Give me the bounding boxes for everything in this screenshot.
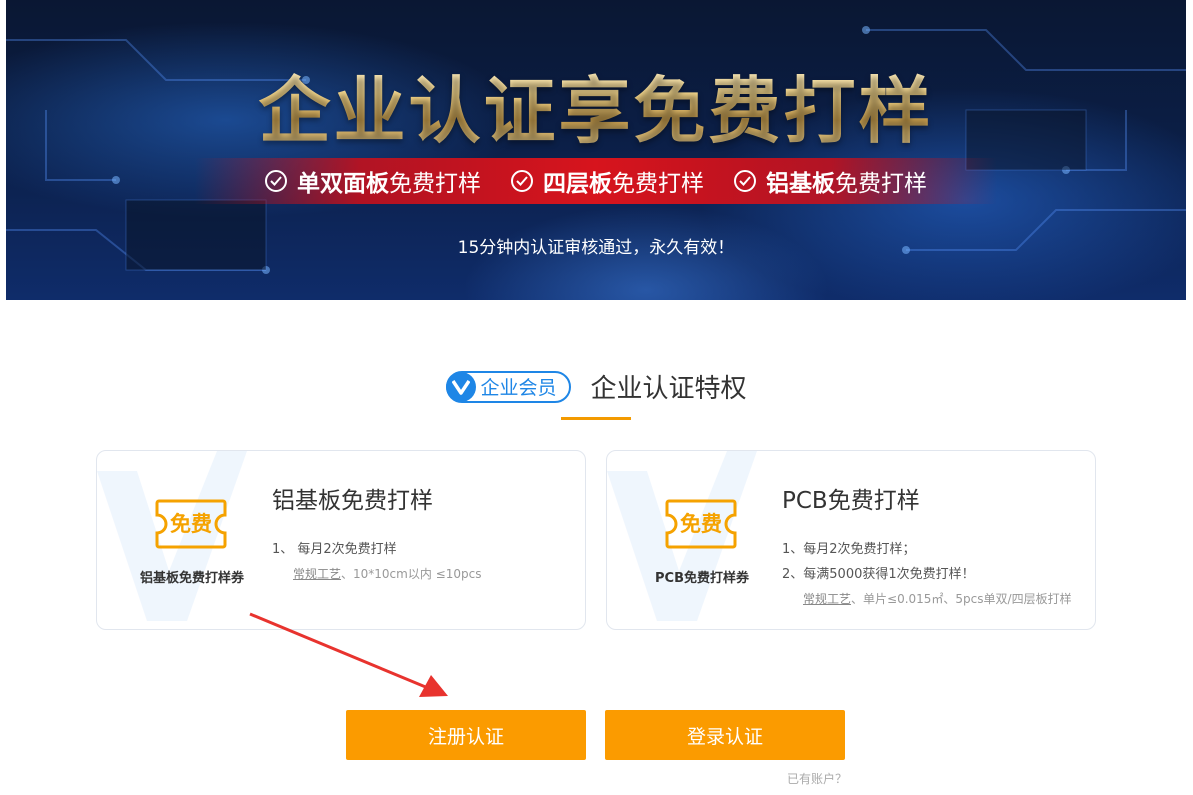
banner-subtitle: 15分钟内认证审核通过，永久有效！ [457,238,735,258]
card-note: 常规工艺、单片≤0.015㎡、5pcs单双/四层板打样 [803,590,1072,607]
vip-badge: 企业会员 [446,370,571,403]
card-line: 1、每月2次免费打样； [782,542,916,557]
process-link[interactable]: 常规工艺 [803,592,851,606]
coupon-label: PCB免费打样券 [655,571,749,586]
feature-normal: 免费打样 [612,171,704,197]
coupon-label: 铝基板免费打样券 [139,571,244,586]
privilege-card-pcb: 免费 PCB免费打样券 PCB免费打样 1、每月2次免费打样； 2、每满5000… [606,450,1096,630]
section-underline [561,417,631,420]
card-title: 铝基板免费打样 [272,488,433,514]
check-circle-icon [511,170,533,192]
card-title: PCB免费打样 [782,488,920,514]
register-certify-button[interactable]: 注册认证 [346,710,586,760]
coupon-text: 免费 [680,512,722,536]
card-line: 1、 每月2次免费打样 [272,542,397,557]
section-title: 企业认证特权 [590,374,747,404]
section-header: 企业会员 企业认证特权 [0,368,1193,405]
feature-ribbon: 单双面板 免费打样 四层板 免费打样 铝基板 免费打样 [6,158,1186,204]
check-circle-icon [734,170,756,192]
privilege-card-aluminum: 免费 铝基板免费打样券 铝基板免费打样 1、 每月2次免费打样 常规工艺、10*… [96,450,586,630]
card-note-text: 、单片≤0.015㎡、5pcs单双/四层板打样 [851,592,1072,606]
feature-item: 单双面板 免费打样 [265,164,481,198]
card-note: 常规工艺、10*10cm以内 ≤10pcs [293,565,481,582]
coupon-text: 免费 [170,512,212,536]
feature-item: 铝基板 免费打样 [734,164,927,198]
check-circle-icon [265,170,287,192]
feature-normal: 免费打样 [835,171,927,197]
feature-bold: 四层板 [543,171,612,197]
feature-normal: 免费打样 [389,171,481,197]
v-logo-icon [446,371,477,402]
process-link[interactable]: 常规工艺 [293,567,341,581]
existing-account-link[interactable]: 已有账户？ [787,770,847,787]
feature-bold: 铝基板 [766,171,835,197]
feature-bold: 单双面板 [297,171,389,197]
feature-item: 四层板 免费打样 [511,164,704,198]
card-note-text: 、10*10cm以内 ≤10pcs [341,567,482,581]
login-certify-button[interactable]: 登录认证 [605,710,845,760]
vip-badge-label: 企业会员 [480,377,557,399]
card-line: 2、每满5000获得1次免费打样！ [782,567,975,582]
banner-title: 企业认证享免费打样 [6,52,1186,157]
hero-banner: 企业认证享免费打样 单双面板 免费打样 四层板 免费打样 铝基板 免费打样 15… [6,0,1186,300]
